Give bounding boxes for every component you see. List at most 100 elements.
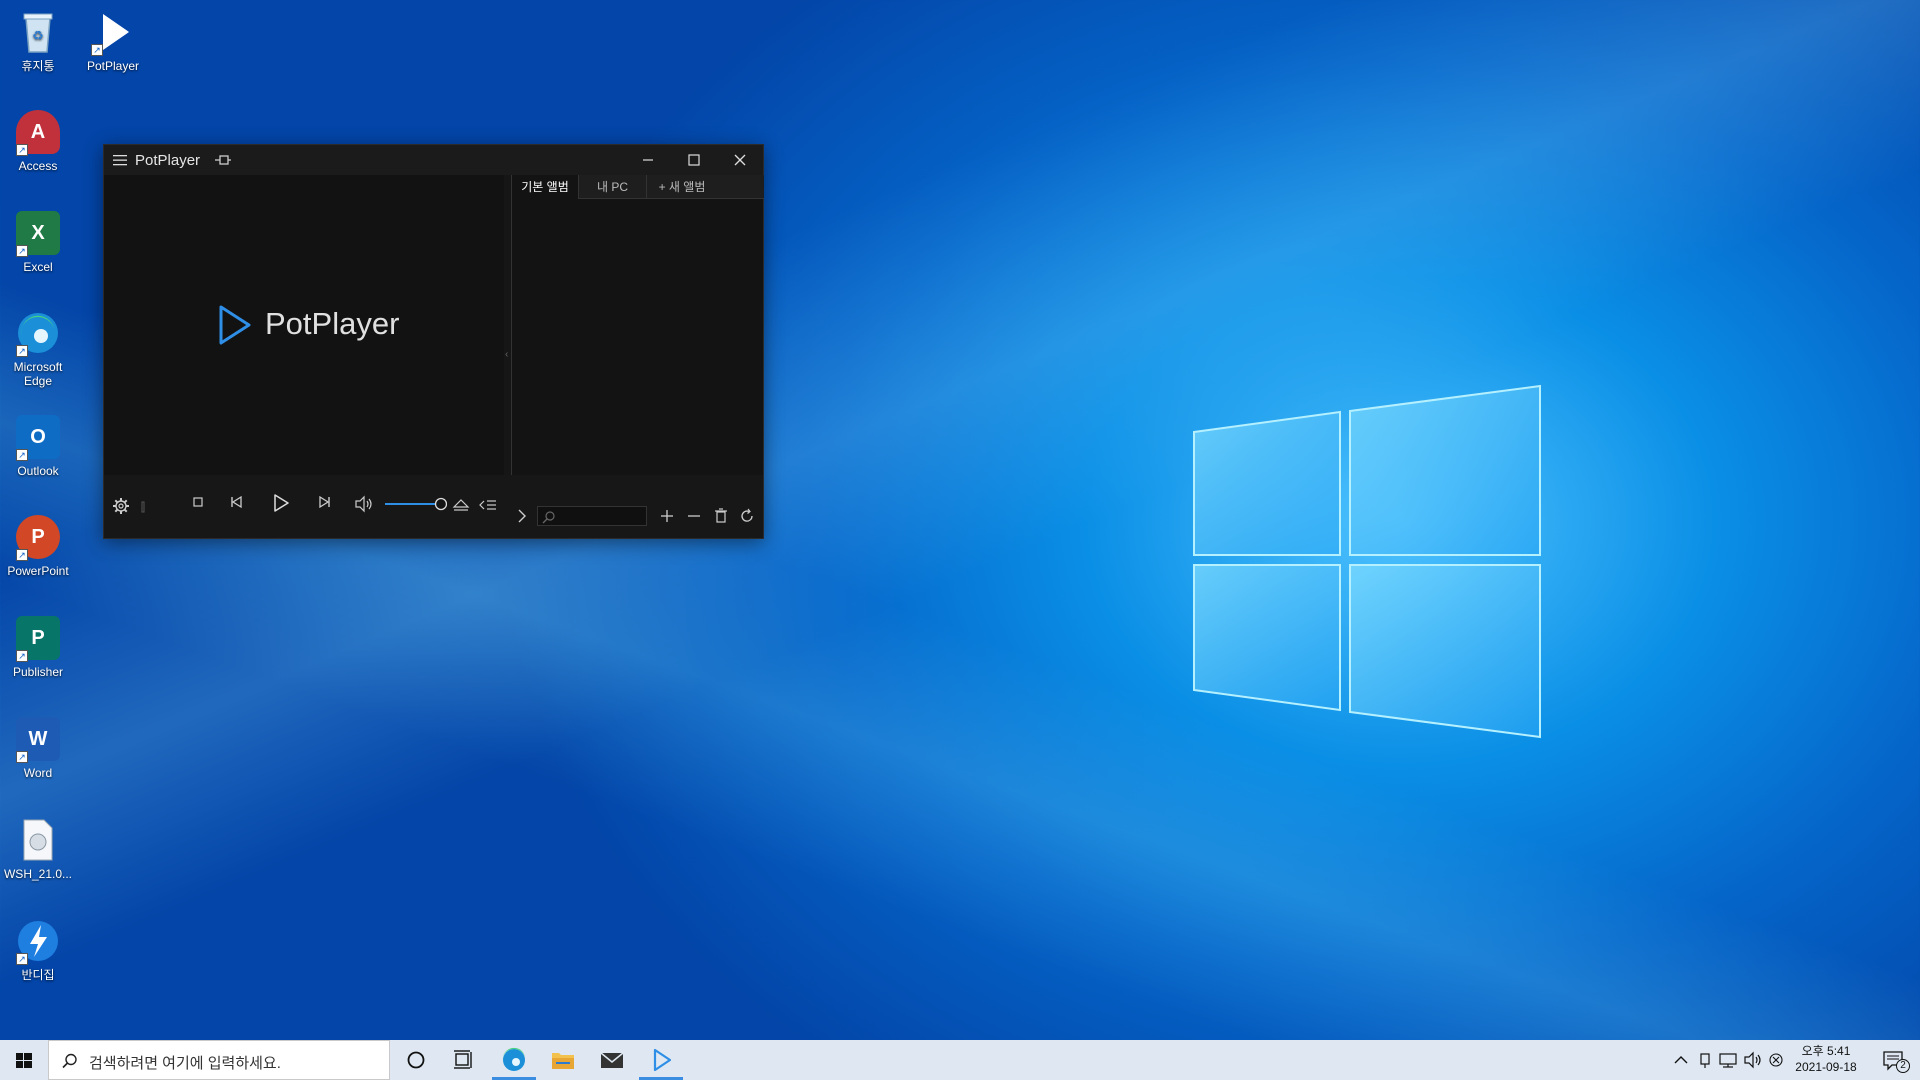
folder-icon xyxy=(552,1053,574,1069)
task-view-icon[interactable] xyxy=(440,1040,488,1080)
skip-previous-icon[interactable] xyxy=(225,491,247,513)
shortcut-arrow-icon: ↗ xyxy=(16,953,28,965)
desktop-icon-excel[interactable]: X ↗ Excel xyxy=(0,209,76,274)
desktop-icon-label: Word xyxy=(23,766,53,780)
shortcut-arrow-icon: ↗ xyxy=(16,751,28,763)
potplayer-window[interactable]: PotPlayer PotPlayer ‹ 기본 앨범 내 PC + 새 앨범 xyxy=(103,144,764,539)
playlist-icon[interactable] xyxy=(477,494,499,516)
speaker-icon[interactable] xyxy=(353,493,375,515)
taskbar-edge[interactable] xyxy=(490,1040,538,1080)
ime-indicator-icon[interactable] xyxy=(1765,1040,1787,1080)
desktop-icon-edge[interactable]: ↗ Microsoft Edge xyxy=(0,309,76,388)
tab-new-album[interactable]: + 새 앨범 xyxy=(647,175,717,199)
desktop-icon-powerpoint[interactable]: P ↗ PowerPoint xyxy=(0,513,76,578)
desktop-icon-outlook[interactable]: O ↗ Outlook xyxy=(0,413,76,478)
desktop-icon-label: Excel xyxy=(23,260,53,274)
network-icon[interactable] xyxy=(1716,1040,1740,1080)
potplayer-icon xyxy=(653,1048,672,1072)
shortcut-arrow-icon: ↗ xyxy=(16,549,28,561)
shortcut-arrow-icon: ↗ xyxy=(91,44,103,56)
desktop-icon-label: 반디집 xyxy=(21,968,55,982)
desktop-icon-label: Outlook xyxy=(17,464,59,478)
drag-handle-icon[interactable] xyxy=(139,495,147,517)
shortcut-arrow-icon: ↗ xyxy=(16,245,28,257)
svg-text:♻: ♻ xyxy=(32,28,44,43)
hamburger-icon[interactable] xyxy=(112,152,128,168)
usb-device-icon[interactable] xyxy=(1694,1040,1716,1080)
desktop-icon-label: PowerPoint xyxy=(7,564,69,578)
maximize-icon[interactable] xyxy=(671,145,717,175)
skip-next-icon[interactable] xyxy=(314,491,336,513)
taskbar-mail[interactable] xyxy=(588,1040,636,1080)
recycle-bin-icon: ♻ xyxy=(14,8,62,56)
control-bar xyxy=(104,475,763,538)
shortcut-arrow-icon: ↗ xyxy=(16,345,28,357)
desktop-icon-publisher[interactable]: P ↗ Publisher xyxy=(0,614,76,679)
taskbar-clock[interactable]: 오후 5:41 2021-09-18 xyxy=(1786,1043,1866,1075)
plus-icon[interactable] xyxy=(656,505,678,527)
cortana-icon[interactable] xyxy=(392,1040,440,1080)
desktop-icon-access[interactable]: A ↗ Access xyxy=(0,108,76,173)
powerpoint-icon: P ↗ xyxy=(14,513,62,561)
desktop-icon-bandizip[interactable]: ↗ 반디집 xyxy=(0,917,76,982)
desktop-icon-wsh-file[interactable]: WSH_21.0... xyxy=(0,816,76,881)
playlist-list[interactable] xyxy=(512,199,764,505)
title-bar[interactable]: PotPlayer xyxy=(104,145,763,175)
window-title: PotPlayer xyxy=(135,152,201,169)
eject-icon[interactable] xyxy=(450,494,472,516)
desktop-icon-potplayer[interactable]: ↗ PotPlayer xyxy=(75,8,151,73)
outlook-icon: O ↗ xyxy=(14,413,62,461)
desktop-icon-recycle-bin[interactable]: ♻ 휴지통 xyxy=(0,8,76,73)
close-icon[interactable] xyxy=(717,145,763,175)
taskbar-search-box[interactable]: 검색하려면 여기에 입력하세요. xyxy=(48,1040,390,1080)
desktop-icon-label: Access xyxy=(18,159,58,173)
refresh-icon[interactable] xyxy=(736,505,758,527)
chevron-left-icon[interactable]: ‹ xyxy=(505,349,508,360)
edge-icon xyxy=(502,1047,525,1071)
speaker-icon[interactable] xyxy=(1741,1040,1765,1080)
tab-default-album[interactable]: 기본 앨범 xyxy=(512,175,579,199)
potplayer-icon: ↗ xyxy=(89,8,137,56)
playlist-search-input[interactable] xyxy=(537,506,647,526)
clock-date: 2021-09-18 xyxy=(1795,1060,1857,1074)
gear-icon[interactable] xyxy=(110,495,132,517)
stop-icon[interactable] xyxy=(187,491,209,513)
mail-icon xyxy=(600,1052,624,1068)
shortcut-arrow-icon: ↗ xyxy=(16,650,28,662)
pin-icon[interactable] xyxy=(214,153,232,167)
desktop-icon-label: WSH_21.0... xyxy=(3,867,73,881)
taskbar-potplayer[interactable] xyxy=(637,1040,685,1080)
taskbar: 검색하려면 여기에 입력하세요. 오후 5:41 2021-09-18 2 xyxy=(0,1040,1920,1080)
panel-splitter[interactable] xyxy=(504,175,511,475)
publisher-icon: P ↗ xyxy=(14,614,62,662)
excel-icon: X ↗ xyxy=(14,209,62,257)
video-area[interactable]: PotPlayer xyxy=(104,175,504,475)
chevron-right-icon[interactable] xyxy=(511,505,533,527)
chevron-up-icon[interactable] xyxy=(1670,1040,1692,1080)
clock-time: 오후 5:41 xyxy=(1801,1044,1851,1058)
minimize-icon[interactable] xyxy=(625,145,671,175)
desktop-icon-label: Microsoft Edge xyxy=(13,360,63,388)
minus-icon[interactable] xyxy=(683,505,705,527)
file-icon xyxy=(14,816,62,864)
start-button[interactable] xyxy=(0,1040,48,1080)
desktop-icon-word[interactable]: W ↗ Word xyxy=(0,715,76,780)
logo-text: PotPlayer xyxy=(265,306,400,341)
tab-my-pc[interactable]: 내 PC xyxy=(579,175,647,199)
shortcut-arrow-icon: ↗ xyxy=(16,449,28,461)
access-icon: A ↗ xyxy=(14,108,62,156)
windows-logo-wallpaper xyxy=(1193,384,1541,739)
word-icon: W ↗ xyxy=(14,715,62,763)
taskbar-file-explorer[interactable] xyxy=(539,1040,587,1080)
edge-icon: ↗ xyxy=(14,309,62,357)
trash-icon[interactable] xyxy=(710,505,732,527)
search-icon xyxy=(542,511,555,524)
notification-center-button[interactable]: 2 xyxy=(1874,1040,1914,1080)
desktop-icon-label: PotPlayer xyxy=(86,59,140,73)
playlist-panel: 기본 앨범 내 PC + 새 앨범 xyxy=(511,175,764,505)
notification-icon xyxy=(1883,1051,1903,1071)
volume-slider[interactable] xyxy=(383,497,447,511)
search-icon xyxy=(62,1053,77,1069)
bandizip-icon: ↗ xyxy=(14,917,62,965)
play-icon[interactable] xyxy=(267,490,293,516)
